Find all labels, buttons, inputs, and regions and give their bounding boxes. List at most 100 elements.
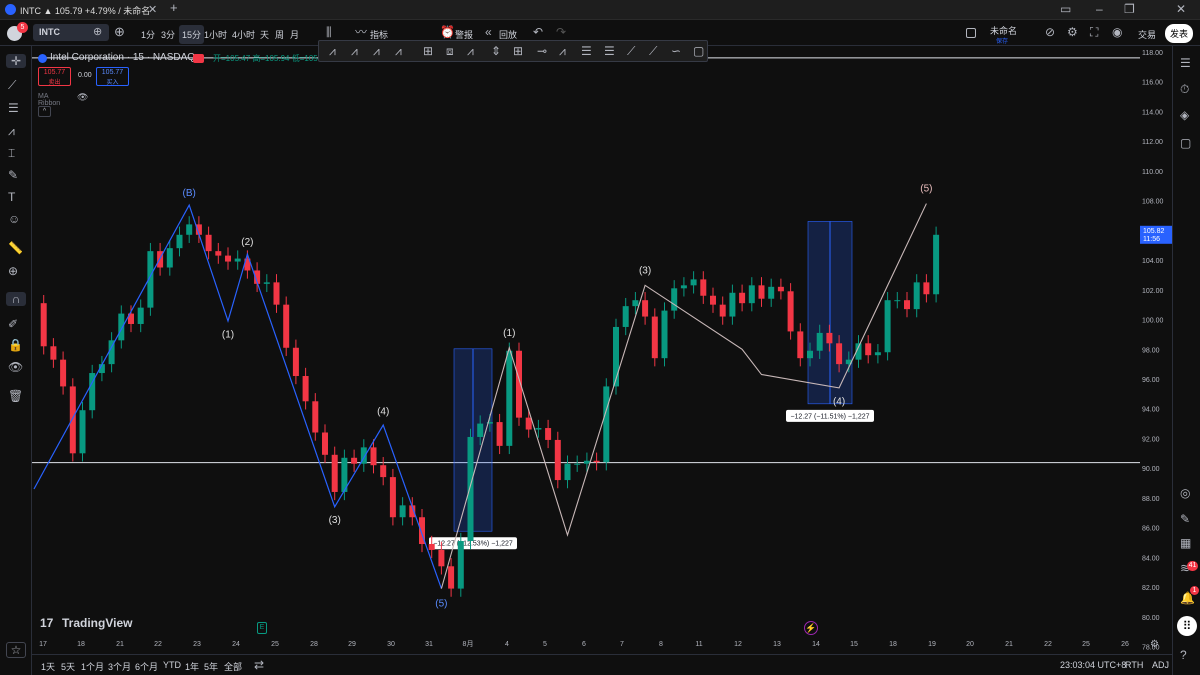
range-5d[interactable]: 5天 — [61, 660, 75, 673]
quick-search-icon[interactable]: ⊘ — [1045, 25, 1055, 39]
elliott-abc-icon[interactable]: ⩘ — [329, 44, 336, 58]
favorites-icon[interactable]: ☆ — [6, 642, 26, 658]
close-window-icon[interactable]: ✕ — [1176, 2, 1186, 16]
earnings-marker-icon[interactable]: E — [257, 622, 267, 634]
ruler-icon[interactable]: 📏 — [8, 241, 23, 255]
trend-line-icon[interactable]: ⟋ — [8, 78, 16, 92]
lock-icon[interactable]: 🔒 — [8, 338, 23, 352]
range-ytd[interactable]: YTD — [163, 660, 181, 670]
interval-1m[interactable]: 1分 — [141, 28, 155, 41]
snapshot-icon[interactable]: ◉ — [1112, 25, 1122, 39]
range-6m[interactable]: 6个月 — [135, 660, 158, 673]
publish-button[interactable]: 发表 — [1165, 24, 1194, 43]
interval-day[interactable]: 天 — [260, 28, 269, 41]
prediction-icon[interactable]: ⌶ — [8, 146, 15, 160]
indicator-label[interactable]: MA Ribbon — [38, 93, 60, 107]
eye-icon[interactable]: 👁 — [8, 360, 23, 374]
compare-icon[interactable]: ⊕ — [93, 25, 102, 39]
layout-checkbox[interactable] — [966, 28, 976, 38]
target-icon[interactable]: ◎ — [1180, 486, 1190, 500]
brush-tool-icon[interactable]: ⟋ — [627, 44, 635, 58]
alert-icon[interactable]: ⏰ — [440, 25, 455, 39]
settings-icon[interactable]: ⚙ — [1067, 25, 1078, 39]
close-tab-icon[interactable]: ✕ — [148, 3, 157, 17]
trash-icon[interactable]: 🗑 — [8, 389, 23, 403]
arrow-tool-icon[interactable]: ⟋ — [649, 44, 657, 58]
date-range-icon[interactable]: ⧈ — [446, 44, 454, 58]
brush-icon[interactable]: ✎ — [8, 168, 18, 182]
trade-button[interactable]: 交易 — [1138, 28, 1156, 41]
axis-settings-icon[interactable]: ⚙ — [1150, 638, 1159, 652]
range-3m[interactable]: 3个月 — [108, 660, 131, 673]
layout-icon[interactable]: ▭ — [1060, 2, 1071, 16]
clock-text[interactable]: 23:03:04 UTC+8 — [1060, 660, 1126, 670]
elliott-impulse-icon[interactable]: ⩘ — [373, 44, 380, 58]
grid-tool-icon[interactable]: ⊞ — [423, 44, 433, 58]
adj-button[interactable]: ADJ — [1152, 660, 1169, 670]
bar-countdown-text: 11:56 — [1143, 236, 1160, 243]
pencil-icon[interactable]: ✎ — [1180, 512, 1190, 526]
fib-icon[interactable]: ☰ — [8, 101, 19, 115]
add-symbol-icon[interactable]: ⊕ — [114, 25, 125, 39]
pattern-xabcd-icon[interactable]: ⩘ — [467, 44, 474, 58]
chat-icon[interactable]: ▢ — [1180, 136, 1191, 150]
event-marker-icon[interactable]: ⚡ — [804, 621, 818, 635]
fib-extension-icon[interactable]: ☰ — [604, 44, 615, 58]
time-tick-label: 22 — [154, 641, 162, 648]
new-tab-icon[interactable]: + — [170, 1, 178, 15]
indicators-icon[interactable]: 〰 — [355, 25, 367, 39]
help-icon[interactable]: ? — [1180, 648, 1187, 662]
legend-symbol[interactable]: Intel Corporation · 15 · NASDAQ — [50, 52, 195, 63]
price-range-icon[interactable]: ⇕ — [491, 44, 501, 58]
replay-icon[interactable]: « — [485, 25, 492, 39]
range-1y[interactable]: 1年 — [185, 660, 199, 673]
elliott-wxy-icon[interactable]: ⩘ — [351, 44, 358, 58]
interval-1h[interactable]: 1小时 — [204, 28, 227, 41]
curve-tool-icon[interactable]: ∽ — [671, 44, 681, 58]
maximize-icon[interactable]: ❐ — [1124, 2, 1135, 16]
horizontal-ray-icon[interactable]: ⊸ — [537, 44, 547, 58]
session-button[interactable]: RTH — [1125, 660, 1143, 670]
rectangle-tool-icon[interactable]: ▢ — [693, 44, 704, 58]
price-chart[interactable]: 117.6090.37 −12.27 (−12.53%) −1,227−12.2… — [32, 46, 1172, 654]
collapse-legend-icon[interactable]: ^ — [38, 106, 51, 117]
calendar-icon[interactable]: ▦ — [1180, 536, 1191, 550]
range-1m[interactable]: 1个月 — [81, 660, 104, 673]
date-price-range-icon[interactable]: ⊞ — [513, 44, 523, 58]
cross-line-icon[interactable]: ⩘ — [559, 44, 566, 58]
emoji-icon[interactable]: ☺ — [8, 212, 20, 226]
chart-type-icon[interactable]: ⫼ — [326, 25, 332, 39]
candle-body — [477, 423, 484, 437]
goto-date-icon[interactable]: ⇄ — [254, 658, 264, 672]
fullscreen-icon[interactable]: ⛶ — [1090, 25, 1098, 39]
apps-grid-icon[interactable]: ⠿ — [1177, 616, 1197, 636]
alerts-clock-icon[interactable]: ⏱ — [1180, 82, 1189, 96]
zoom-icon[interactable]: ⊕ — [8, 264, 18, 278]
undo-icon[interactable]: ↶ — [533, 25, 543, 39]
wave-label: (3) — [639, 265, 651, 276]
elliott-triangle-icon[interactable]: ⩘ — [395, 44, 402, 58]
watchlist-icon[interactable]: ☰ — [1180, 56, 1191, 70]
stay-drawing-icon[interactable]: ✐ — [8, 317, 18, 331]
pattern-icon[interactable]: ⩘ — [8, 124, 15, 138]
interval-15m[interactable]: 15分 — [179, 25, 205, 44]
sell-button[interactable]: 105.77 卖出 — [38, 67, 71, 86]
buy-button[interactable]: 105.77 买入 — [96, 67, 129, 86]
range-1d[interactable]: 1天 — [41, 660, 55, 673]
layers-icon[interactable]: ◈ — [1180, 108, 1189, 122]
interval-week[interactable]: 周 — [275, 28, 284, 41]
minimize-icon[interactable]: – — [1096, 2, 1103, 16]
fib-retracement-icon[interactable]: ☰ — [581, 44, 592, 58]
range-5y[interactable]: 5年 — [204, 660, 218, 673]
text-icon[interactable]: T — [8, 190, 15, 204]
cursor-icon[interactable]: ✛ — [6, 54, 26, 68]
range-all[interactable]: 全部 — [224, 660, 242, 673]
redo-icon[interactable]: ↷ — [556, 25, 566, 39]
indicator-visibility-icon[interactable]: 👁 — [77, 90, 88, 104]
interval-4h[interactable]: 4小时 — [232, 28, 255, 41]
symbol-search[interactable]: INTC ⊕ — [33, 24, 109, 41]
interval-3m[interactable]: 3分 — [161, 28, 175, 41]
window-tab-title[interactable]: INTC ▲ 105.79 +4.79% / 未命名 — [20, 4, 150, 17]
interval-month[interactable]: 月 — [290, 28, 299, 41]
magnet-icon[interactable]: ∩ — [6, 292, 26, 306]
